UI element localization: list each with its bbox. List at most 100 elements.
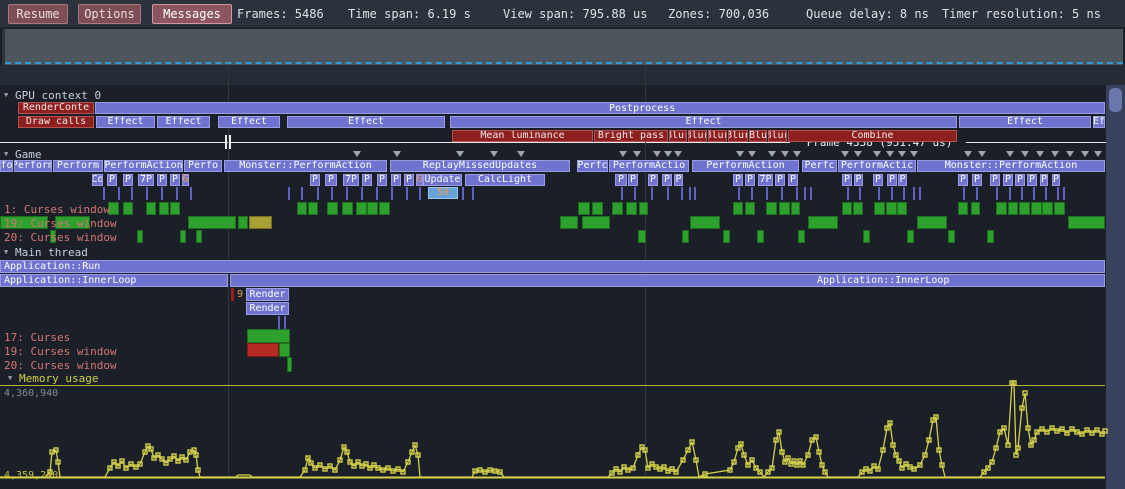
- red-zone[interactable]: Bright pass: [594, 130, 668, 142]
- message-marker-icon[interactable]: [517, 151, 525, 157]
- green-zone[interactable]: [1031, 202, 1042, 215]
- messages-button[interactable]: Messages: [152, 4, 232, 24]
- purple-zone[interactable]: P: [1040, 174, 1048, 186]
- narrow-zone[interactable]: [278, 316, 280, 329]
- message-marker-icon[interactable]: [1021, 151, 1029, 157]
- message-marker-icon[interactable]: [1094, 151, 1102, 157]
- purple-zone[interactable]: P: [788, 174, 798, 186]
- message-marker-icon[interactable]: [1006, 151, 1014, 157]
- narrow-zone[interactable]: [738, 187, 740, 200]
- narrow-zone[interactable]: [406, 187, 408, 200]
- purple-zone[interactable]: Postprocess: [95, 102, 1105, 114]
- section-header-memory-usage[interactable]: Memory usage: [19, 372, 98, 385]
- frames-overview[interactable]: [2, 29, 1123, 65]
- narrow-zone[interactable]: [651, 187, 653, 200]
- purple-zone[interactable]: Effect: [287, 116, 445, 128]
- purple-zone[interactable]: Co: [92, 174, 103, 186]
- message-marker-icon[interactable]: [854, 151, 862, 157]
- green-zone[interactable]: [897, 202, 907, 215]
- green-zone[interactable]: [196, 230, 202, 243]
- narrow-zone[interactable]: [891, 187, 893, 200]
- green-zone[interactable]: [578, 202, 590, 215]
- red-zone[interactable]: Blur: [708, 130, 727, 142]
- green-zone[interactable]: [971, 202, 980, 215]
- collapse-triangle-icon[interactable]: ▼: [4, 248, 8, 256]
- narrow-zone[interactable]: [913, 187, 915, 200]
- narrow-zone[interactable]: [190, 187, 192, 200]
- narrow-zone[interactable]: [804, 187, 806, 200]
- green-zone[interactable]: [367, 202, 378, 215]
- purple-zone[interactable]: Monster::PerformAction: [224, 160, 387, 172]
- green-zone[interactable]: [638, 230, 646, 243]
- green-zone[interactable]: [137, 230, 143, 243]
- green-zone[interactable]: [287, 357, 292, 372]
- narrow-zone[interactable]: [859, 187, 861, 200]
- purple-zone[interactable]: Effect: [96, 116, 155, 128]
- purple-zone[interactable]: 6: [182, 174, 189, 186]
- purple-zone[interactable]: P: [662, 174, 672, 186]
- section-header-main-thread[interactable]: Main thread: [15, 246, 88, 259]
- green-zone[interactable]: [987, 230, 994, 243]
- purple-zone[interactable]: P: [873, 174, 883, 186]
- message-marker-icon[interactable]: [353, 151, 361, 157]
- section-header-gpu-context-0[interactable]: GPU context 0: [15, 89, 101, 102]
- narrow-zone[interactable]: [103, 187, 105, 200]
- green-zone[interactable]: [327, 202, 338, 215]
- purple-zone[interactable]: PerformAction: [104, 160, 183, 172]
- message-marker-icon[interactable]: [736, 151, 744, 157]
- narrow-zone[interactable]: [1033, 187, 1035, 200]
- scrollbar-track[interactable]: [1106, 85, 1125, 489]
- red-zone[interactable]: Combine: [788, 130, 957, 142]
- narrow-zone[interactable]: [766, 187, 768, 200]
- narrow-zone[interactable]: [331, 187, 333, 200]
- purple-zone[interactable]: fo: [0, 160, 13, 172]
- collapse-triangle-icon[interactable]: ▼: [4, 150, 8, 158]
- narrow-zone[interactable]: [376, 187, 378, 200]
- narrow-zone[interactable]: [1045, 187, 1047, 200]
- green-zone[interactable]: [159, 202, 169, 215]
- purple-zone[interactable]: P: [628, 174, 638, 186]
- green-zone[interactable]: [170, 202, 180, 215]
- purple-zone[interactable]: Render: [246, 302, 289, 315]
- purple-zone[interactable]: P: [170, 174, 180, 186]
- narrow-zone[interactable]: [919, 187, 921, 200]
- narrow-zone[interactable]: [472, 187, 474, 200]
- options-button[interactable]: Options: [78, 4, 141, 24]
- red-zone[interactable]: Blur: [688, 130, 707, 142]
- section-header-game[interactable]: Game: [15, 148, 42, 161]
- redz-zone[interactable]: [247, 343, 279, 357]
- narrow-zone[interactable]: [996, 187, 998, 200]
- green-zone[interactable]: [1042, 202, 1053, 215]
- frame-marker-tick[interactable]: [229, 135, 231, 149]
- narrow-zone[interactable]: [301, 187, 303, 200]
- purple-zone[interactable]: ReplayMissedUpdates: [390, 160, 570, 172]
- narrow-zone[interactable]: [810, 187, 812, 200]
- collapse-triangle-icon[interactable]: ▼: [4, 91, 8, 99]
- purple-zone[interactable]: P: [325, 174, 337, 186]
- purple-zone[interactable]: Ef: [1093, 116, 1105, 128]
- green-zone[interactable]: [798, 230, 805, 243]
- purple-zone[interactable]: P: [123, 174, 133, 186]
- message-marker-icon[interactable]: [1081, 151, 1089, 157]
- purple-zone[interactable]: Update: [423, 174, 462, 186]
- narrow-zone[interactable]: [781, 187, 783, 200]
- purple-zone[interactable]: P: [972, 174, 982, 186]
- message-marker-icon[interactable]: [490, 151, 498, 157]
- narrow-zone[interactable]: [903, 187, 905, 200]
- frame-marker-tick[interactable]: [225, 135, 227, 149]
- narrow-zone[interactable]: [847, 187, 849, 200]
- purple-zone[interactable]: P: [107, 174, 117, 186]
- purple-zone[interactable]: Perfc: [802, 160, 837, 172]
- green-zone[interactable]: [766, 202, 777, 215]
- red-zone[interactable]: Draw calls: [18, 116, 94, 128]
- green-zone[interactable]: [612, 202, 623, 215]
- green-zone[interactable]: [874, 202, 885, 215]
- narrow-zone[interactable]: [694, 187, 696, 200]
- purple-zone[interactable]: Effect: [218, 116, 280, 128]
- green-zone[interactable]: [1019, 202, 1030, 215]
- purple-zone[interactable]: 7P: [138, 174, 154, 186]
- narrow-zone[interactable]: [1009, 187, 1011, 200]
- narrow-zone[interactable]: [391, 187, 393, 200]
- green-zone[interactable]: [863, 230, 870, 243]
- green-zone[interactable]: [842, 202, 852, 215]
